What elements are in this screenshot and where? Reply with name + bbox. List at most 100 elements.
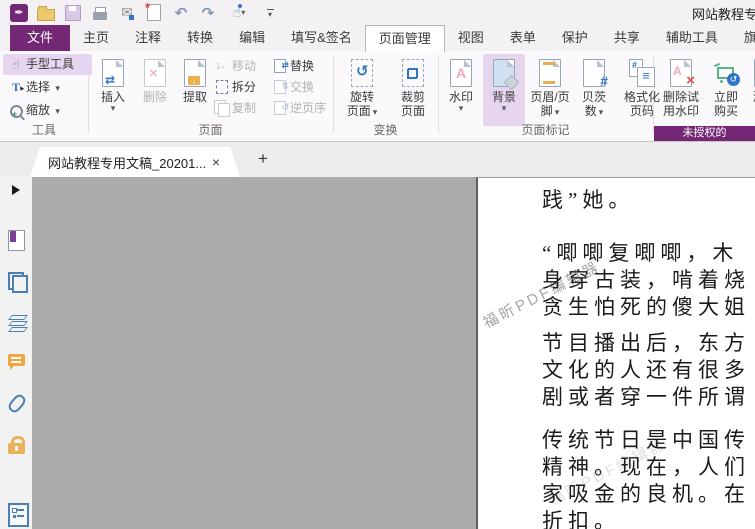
buy-now-button[interactable]: ↺ 立即购买	[707, 54, 745, 122]
layers-icon[interactable]	[8, 314, 26, 334]
extract-pages-button[interactable]: ↓ 提取	[176, 54, 214, 122]
background-icon	[493, 59, 515, 87]
menu-tab-13[interactable]: 旗	[731, 25, 755, 51]
doc-text-line: 剧或者穿一件所谓	[542, 381, 750, 411]
rotate-pages-button[interactable]: ↺ 旋转页面	[338, 54, 386, 122]
background-label: 背景	[483, 90, 525, 112]
hand-gesture-button[interactable]: ☝▾	[226, 4, 252, 22]
shopping-cart-icon: ↺	[714, 61, 738, 85]
split-icon	[214, 79, 229, 94]
split-document-button[interactable]: 拆分	[214, 78, 256, 97]
menu-tab-8[interactable]: 视图	[445, 25, 497, 51]
expand-panel-arrow-icon[interactable]	[12, 185, 20, 195]
pdf-page[interactable]: 福昕PDF编辑器 福昕PDF编辑器 践”她。“唧唧复唧唧，木身穿古装，啃着烧贪生…	[476, 177, 755, 529]
hand-icon: ☝	[8, 54, 24, 75]
app-logo-icon: ✒	[10, 4, 28, 22]
comments-icon[interactable]	[8, 354, 25, 366]
close-icon[interactable]: ×	[212, 154, 220, 170]
delete-pages-label: 删除	[136, 90, 174, 104]
move-icon: ↔↕	[214, 58, 229, 73]
group-label-page: 页面	[88, 121, 333, 138]
doc-text-line: 精神。现在，人们	[542, 451, 750, 481]
hand-tool-button[interactable]: ☝手型工具	[3, 54, 92, 75]
doc-text-line: “唧唧复唧唧，木	[542, 237, 738, 267]
menu-tab-1[interactable]: 文件	[10, 25, 70, 51]
format-page-numbers-icon: #≡	[629, 59, 655, 87]
main-area: 福昕PDF编辑器 福昕PDF编辑器 践”她。“唧唧复唧唧，木身穿古装，啃着烧贪生…	[0, 177, 755, 529]
select-icon: T▲	[8, 77, 24, 98]
extract-pages-icon: ↓	[184, 59, 206, 87]
doc-text-line: 践”她。	[542, 184, 634, 214]
print-button[interactable]	[91, 4, 109, 22]
bates-numbering-label: 贝茨数	[580, 90, 608, 119]
remove-trial-watermark-icon: A×	[670, 59, 692, 87]
activate-button[interactable]: 激活	[748, 54, 755, 122]
snapshot-button[interactable]: *	[145, 4, 163, 22]
bates-numbering-icon: #	[583, 59, 605, 87]
reverse-order-icon: ↺	[272, 100, 287, 115]
snapshot-page-icon: *	[147, 4, 161, 21]
menu-tab-12[interactable]: 辅助工具	[653, 25, 731, 51]
crop-pages-button[interactable]: 裁剪页面	[390, 54, 436, 122]
zoom-tool-label: 缩放	[26, 103, 50, 117]
delete-pages-icon: ×	[144, 59, 166, 87]
ribbon-tab-row: 文件主页注释转换编辑填写&签名页面管理视图表单保护共享辅助工具旗	[0, 25, 755, 52]
email-button[interactable]: ✉	[118, 4, 136, 22]
menu-tab-9[interactable]: 表单	[497, 25, 549, 51]
menu-tab-4[interactable]: 转换	[174, 25, 226, 51]
printer-icon	[93, 12, 107, 20]
menu-tab-5[interactable]: 编辑	[226, 25, 278, 51]
watermark-button[interactable]: A 水印	[442, 54, 480, 122]
foxit-pdf-editor-window: { "titlebar": { "window_title": "网站教程专用文…	[0, 0, 755, 529]
doc-text-line: 折扣。	[542, 505, 620, 529]
quick-access-toolbar: ✒ ✉ * ↶ ↷ ☝▾ ▾	[10, 2, 279, 23]
bates-numbering-button[interactable]: # 贝茨数	[575, 54, 613, 122]
magnifier-icon	[8, 100, 24, 121]
select-tool-button[interactable]: T▲选择	[3, 77, 92, 98]
save-icon	[65, 5, 81, 21]
duplicate-pages-button: 复制	[214, 99, 256, 118]
buy-now-label: 立即购买	[713, 90, 739, 118]
menu-tab-6[interactable]: 填写&签名	[278, 25, 365, 51]
move-pages-button: ↔↕移动	[214, 57, 256, 76]
header-footer-label: 页眉/页脚	[528, 90, 572, 119]
swap-pages-button: ⇅交换	[272, 78, 314, 97]
insert-pages-icon: ⇄	[102, 59, 124, 87]
delete-pages-button: × 删除	[136, 54, 174, 122]
page-thumbnails-icon[interactable]	[8, 272, 26, 292]
menu-tab-2[interactable]: 主页	[70, 25, 122, 51]
customize-toolbar-button[interactable]: ▾	[261, 4, 279, 22]
doc-text-line: 贪生怕死的傻大姐	[542, 291, 750, 321]
open-file-button[interactable]	[37, 4, 55, 22]
document-tab[interactable]: 网站教程专用文稿_20201... ×	[30, 147, 240, 177]
document-tab-bar: 网站教程专用文稿_20201... × +	[0, 142, 755, 177]
duplicate-icon	[214, 100, 229, 115]
header-footer-button[interactable]: 页眉/页脚	[528, 54, 572, 122]
group-label-tools: 工具	[0, 121, 88, 138]
header-footer-icon	[539, 59, 561, 87]
security-icon[interactable]	[8, 436, 26, 456]
new-tab-button[interactable]: +	[252, 146, 274, 172]
menu-tab-11[interactable]: 共享	[601, 25, 653, 51]
insert-pages-button[interactable]: ⇄ 插入	[94, 54, 132, 122]
swap-label: 交换	[290, 80, 314, 94]
bookmarks-icon[interactable]	[8, 230, 25, 251]
redo-button[interactable]: ↷	[199, 4, 217, 22]
format-page-numbers-label: 格式化页码	[622, 90, 662, 118]
save-button[interactable]	[64, 4, 82, 22]
menu-tab-3[interactable]: 注释	[122, 25, 174, 51]
form-fields-icon[interactable]	[8, 503, 29, 527]
menu-tab-10[interactable]: 保护	[549, 25, 601, 51]
reverse-order-label: 逆页序	[290, 101, 326, 115]
swap-icon: ⇅	[272, 79, 287, 94]
title-bar: ✒ ✉ * ↶ ↷ ☝▾ ▾ 网站教程专用文稿_20201103	[0, 0, 755, 25]
undo-button[interactable]: ↶	[172, 4, 190, 22]
menu-tab-7[interactable]: 页面管理	[365, 25, 445, 52]
remove-trial-watermark-button[interactable]: A× 删除试用水印	[658, 54, 704, 122]
replace-pages-button[interactable]: ⇄替换	[272, 57, 314, 76]
zoom-tool-button[interactable]: 缩放	[3, 100, 92, 121]
background-button[interactable]: 背景	[483, 54, 525, 126]
attachments-icon[interactable]	[6, 392, 27, 414]
select-tool-label: 选择	[26, 80, 50, 94]
hand-gesture-icon: ☝	[233, 4, 242, 21]
